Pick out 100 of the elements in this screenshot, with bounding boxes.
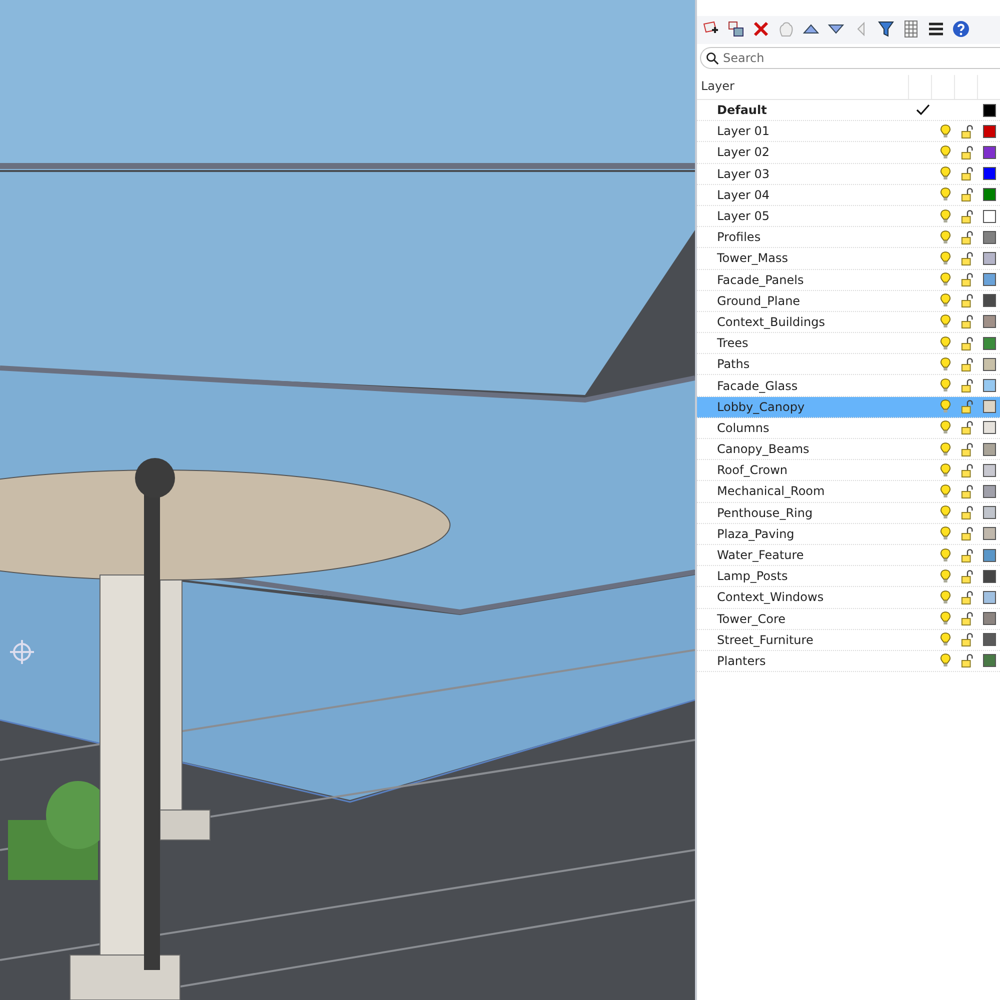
color-swatch[interactable] bbox=[982, 188, 996, 202]
color-swatch[interactable] bbox=[982, 252, 996, 265]
lightbulb-on-icon[interactable] bbox=[940, 568, 950, 584]
padlock-open-icon[interactable] bbox=[960, 462, 974, 478]
layer-row[interactable]: Planters bbox=[697, 650, 1000, 672]
color-swatch[interactable] bbox=[982, 379, 996, 392]
lightbulb-on-icon[interactable] bbox=[940, 590, 950, 605]
color-swatch[interactable] bbox=[982, 484, 996, 498]
padlock-open-icon[interactable] bbox=[960, 230, 974, 245]
layer-row[interactable]: Street_Furniture bbox=[697, 630, 1000, 651]
color-swatch[interactable] bbox=[982, 336, 996, 350]
layer-row[interactable]: Tower_Mass bbox=[697, 248, 1000, 270]
lightbulb-on-icon[interactable] bbox=[940, 144, 950, 160]
layer-row[interactable]: Facade_Panels bbox=[697, 270, 1000, 291]
padlock-open-icon[interactable] bbox=[960, 632, 974, 648]
layer-row[interactable]: Profiles bbox=[697, 227, 1000, 248]
padlock-open-icon[interactable] bbox=[960, 378, 974, 394]
color-swatch[interactable] bbox=[982, 167, 996, 180]
lightbulb-on-icon[interactable] bbox=[940, 314, 950, 330]
layer-row[interactable]: Layer 03 bbox=[697, 164, 1000, 185]
lightbulb-on-icon[interactable] bbox=[940, 230, 950, 245]
padlock-open-icon[interactable] bbox=[960, 187, 974, 202]
color-swatch[interactable] bbox=[982, 146, 996, 159]
color-swatch[interactable] bbox=[982, 548, 996, 562]
padlock-open-icon[interactable] bbox=[960, 590, 974, 605]
color-swatch[interactable] bbox=[982, 527, 996, 540]
lightbulb-on-icon[interactable] bbox=[940, 462, 950, 478]
lightbulb-on-icon[interactable] bbox=[940, 505, 950, 520]
padlock-open-icon[interactable] bbox=[960, 124, 974, 139]
color-swatch[interactable] bbox=[982, 230, 996, 244]
lightbulb-on-icon[interactable] bbox=[940, 526, 950, 542]
padlock-open-icon[interactable] bbox=[960, 611, 974, 626]
lightbulb-on-icon[interactable] bbox=[940, 272, 950, 288]
padlock-open-icon[interactable] bbox=[960, 526, 974, 542]
padlock-open-icon[interactable] bbox=[960, 272, 974, 288]
layer-row[interactable]: Default bbox=[697, 100, 1000, 122]
lightbulb-on-icon[interactable] bbox=[940, 653, 950, 668]
padlock-open-icon[interactable] bbox=[960, 399, 974, 414]
padlock-open-icon[interactable] bbox=[960, 314, 974, 330]
layer-row[interactable]: Ground_Plane bbox=[697, 290, 1000, 312]
padlock-open-icon[interactable] bbox=[960, 166, 974, 182]
color-swatch[interactable] bbox=[982, 464, 996, 477]
help-icon[interactable] bbox=[951, 18, 971, 40]
layer-row[interactable]: Columns bbox=[697, 418, 1000, 439]
color-swatch[interactable] bbox=[982, 442, 996, 456]
color-swatch[interactable] bbox=[982, 506, 996, 520]
color-swatch[interactable] bbox=[982, 358, 996, 371]
lightbulb-on-icon[interactable] bbox=[940, 399, 950, 414]
color-swatch[interactable] bbox=[982, 294, 996, 308]
lightbulb-on-icon[interactable] bbox=[940, 356, 950, 372]
color-swatch[interactable] bbox=[982, 104, 996, 117]
layer-row[interactable]: Context_Windows bbox=[697, 587, 1000, 608]
lightbulb-on-icon[interactable] bbox=[940, 124, 950, 139]
color-swatch[interactable] bbox=[982, 421, 996, 434]
color-swatch[interactable] bbox=[982, 612, 996, 626]
layer-row[interactable]: Lamp_Posts bbox=[697, 566, 1000, 588]
color-swatch[interactable] bbox=[982, 633, 996, 646]
lightbulb-on-icon[interactable] bbox=[940, 442, 950, 457]
layer-row[interactable]: Layer 02 bbox=[697, 142, 1000, 164]
layer-row[interactable]: Layer 05 bbox=[697, 206, 1000, 228]
padlock-open-icon[interactable] bbox=[960, 144, 974, 160]
color-swatch[interactable] bbox=[982, 315, 996, 328]
color-swatch[interactable] bbox=[982, 124, 996, 138]
lightbulb-on-icon[interactable] bbox=[940, 420, 950, 436]
search-field[interactable]: Search bbox=[700, 47, 1000, 69]
layer-row[interactable]: Context_Buildings bbox=[697, 312, 1000, 334]
lightbulb-on-icon[interactable] bbox=[940, 187, 950, 202]
color-swatch[interactable] bbox=[982, 570, 996, 583]
padlock-open-icon[interactable] bbox=[960, 442, 974, 457]
color-swatch[interactable] bbox=[982, 210, 996, 223]
column-header[interactable]: Layer bbox=[697, 75, 908, 99]
lightbulb-on-icon[interactable] bbox=[940, 208, 950, 224]
lightbulb-on-icon[interactable] bbox=[940, 548, 950, 563]
padlock-open-icon[interactable] bbox=[960, 484, 974, 499]
color-swatch[interactable] bbox=[982, 273, 996, 286]
padlock-open-icon[interactable] bbox=[960, 208, 974, 224]
layer-row[interactable]: Tower_Core bbox=[697, 608, 1000, 630]
layer-row[interactable]: Plaza_Paving bbox=[697, 524, 1000, 545]
color-swatch[interactable] bbox=[982, 400, 996, 414]
padlock-open-icon[interactable] bbox=[960, 568, 974, 584]
layer-row[interactable]: Roof_Crown bbox=[697, 460, 1000, 482]
lightbulb-on-icon[interactable] bbox=[940, 336, 950, 351]
layer-row[interactable]: Paths bbox=[697, 354, 1000, 376]
padlock-open-icon[interactable] bbox=[960, 356, 974, 372]
color-swatch[interactable] bbox=[982, 654, 996, 668]
layer-row[interactable]: Canopy_Beams bbox=[697, 439, 1000, 460]
padlock-open-icon[interactable] bbox=[960, 548, 974, 563]
layer-row[interactable]: Mechanical_Room bbox=[697, 481, 1000, 503]
lightbulb-on-icon[interactable] bbox=[940, 632, 950, 648]
lightbulb-on-icon[interactable] bbox=[940, 484, 950, 499]
layer-row[interactable]: Water_Feature bbox=[697, 544, 1000, 566]
lightbulb-on-icon[interactable] bbox=[940, 378, 950, 394]
lightbulb-on-icon[interactable] bbox=[940, 250, 950, 266]
color-swatch[interactable] bbox=[982, 590, 996, 604]
lightbulb-on-icon[interactable] bbox=[940, 293, 950, 308]
layer-row[interactable]: Trees bbox=[697, 333, 1000, 354]
layer-row[interactable]: Layer 01 bbox=[697, 121, 1000, 142]
layer-row[interactable]: Lobby_Canopy bbox=[697, 396, 1000, 418]
padlock-open-icon[interactable] bbox=[960, 505, 974, 520]
padlock-open-icon[interactable] bbox=[960, 293, 974, 308]
